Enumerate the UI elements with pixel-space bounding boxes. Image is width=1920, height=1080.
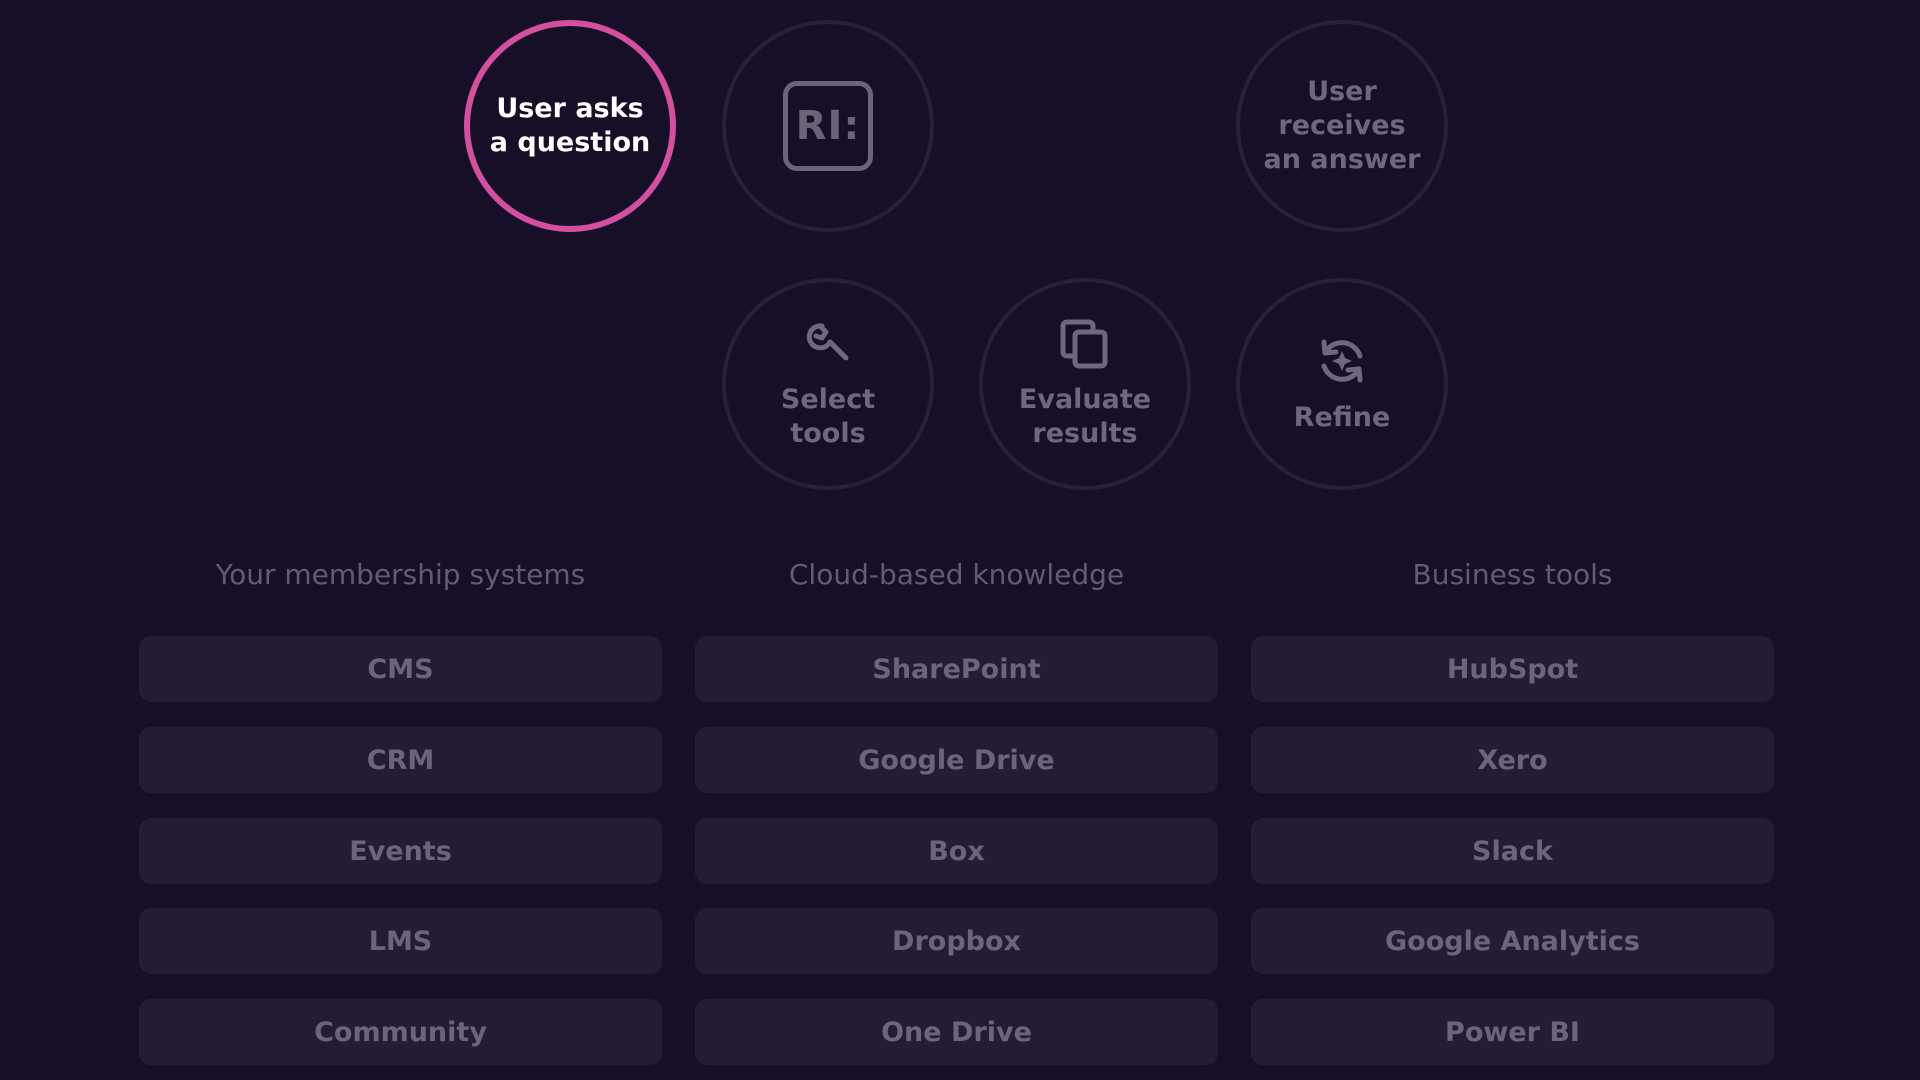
ri-logo: RI:: [783, 81, 873, 171]
column-header-membership: Your membership systems: [215, 558, 586, 591]
system-pill-cms: CMS: [139, 636, 662, 702]
node-ri-logo: RI:: [722, 20, 934, 232]
node-label: Refine: [1293, 401, 1391, 433]
system-pill-dropbox: Dropbox: [695, 908, 1218, 974]
system-pill-one-drive: One Drive: [695, 999, 1218, 1065]
system-pill-crm: CRM: [139, 727, 662, 793]
documents-icon: [1057, 318, 1113, 379]
node-evaluate-results: Evaluate results: [979, 278, 1191, 490]
node-select-tools: Select tools: [722, 278, 934, 490]
node-user-receives-answer: User receives an answer: [1236, 20, 1448, 232]
column-header-cloud: Cloud-based knowledge: [788, 558, 1125, 591]
system-pill-events: Events: [139, 818, 662, 884]
system-pill-slack: Slack: [1251, 818, 1774, 884]
system-pill-xero: Xero: [1251, 727, 1774, 793]
system-pill-google-analytics: Google Analytics: [1251, 908, 1774, 974]
ri-logo-text: RI:: [795, 103, 861, 149]
node-label: User asks a question: [489, 93, 651, 158]
system-pill-community: Community: [139, 999, 662, 1065]
node-label: Select tools: [780, 383, 876, 449]
column-header-business: Business tools: [1412, 558, 1613, 591]
wrench-icon: [802, 318, 854, 379]
system-pill-sharepoint: SharePoint: [695, 636, 1218, 702]
node-user-asks-question: User asks a question: [464, 20, 676, 232]
refresh-sparkle-icon: [1315, 334, 1369, 397]
node-refine: Refine: [1236, 278, 1448, 490]
node-label: Evaluate results: [1018, 383, 1152, 449]
flow-diagram: User asks a question RI: User receives a…: [0, 0, 1920, 1080]
system-pill-lms: LMS: [139, 908, 662, 974]
system-pill-power-bi: Power BI: [1251, 999, 1774, 1065]
node-label: User receives an answer: [1263, 76, 1421, 175]
system-pill-google-drive: Google Drive: [695, 727, 1218, 793]
system-pill-box: Box: [695, 818, 1218, 884]
system-pill-hubspot: HubSpot: [1251, 636, 1774, 702]
